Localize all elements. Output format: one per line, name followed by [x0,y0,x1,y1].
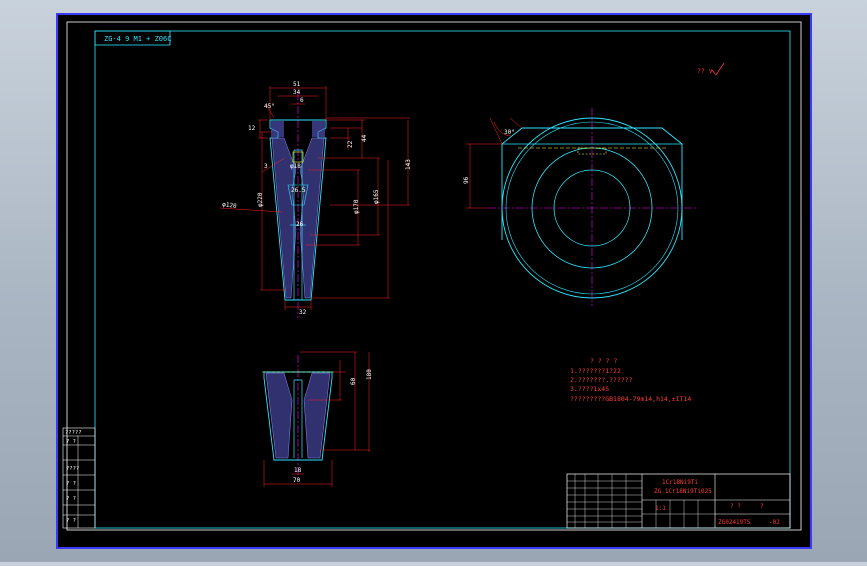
spec-line-1: 1Cr18Ni9Ti [662,479,699,486]
flange-right [312,121,325,137]
left-table-row-2: ???? [66,466,79,472]
bottom-dim-height: 60 [350,377,357,385]
dim-mid: 26.5 [291,187,306,194]
left-table-row-3: ? ? [66,481,76,487]
note-line-2: 2.???????.?????? [570,376,633,384]
dim-top-slot: 6 [300,97,304,104]
left-table-row-4: ? ? [66,496,76,502]
cad-viewport[interactable]: ZG-4 9 M1 + Z06C ?? ∨ 51 34 6 12 45° 22 … [0,0,867,562]
drawing-code-text: ZG-4 9 M1 + Z06C [104,35,171,43]
dim-length: 143 [405,159,412,170]
scale-label: 1:1 [655,505,666,512]
flange-left [271,121,284,137]
dim-phi-165: φ165 [373,189,380,204]
bottom-dim-total: 180 [366,369,373,380]
model-space [56,13,812,549]
dim-d1: 22 [347,140,354,148]
note-line-4: ?????????GB1804-79m14,h14,±IT14 [570,395,691,403]
left-table-row-1: ? ? [66,439,76,445]
part-name-2: ? [760,503,764,510]
dim-bottom: 32 [299,309,307,316]
dim-mid2: 26 [296,221,304,228]
dim-d2: 44 [361,134,368,142]
top-dim-height: 96 [463,176,470,184]
bottom-dim-width: 70 [293,477,301,484]
dim-top-width: 51 [293,81,301,88]
dim-chamfer: 45° [264,103,275,110]
bottom-dim-slot: 18 [294,467,302,474]
left-table-row-0: ????? [65,430,82,436]
drawing-number-suffix: -02 [769,519,780,526]
note-line-3: 3.????1x45 [570,385,609,393]
roughness-mark: ?? ∨ [697,67,713,75]
dim-phi-220: φ220 [257,192,264,207]
notes-title: ? ? ? ? [590,357,617,365]
dim-phi-18: φ18 [290,163,301,170]
dim-left-top: 12 [248,125,256,132]
drawing-number: ZG02419TS [718,519,751,526]
spec-line-2: ZG 1Cr18Ni9Ti025 [654,488,712,495]
part-name: ? ? [730,503,741,510]
dim-top-inner: 34 [293,89,301,96]
dim-left-small: 3 [264,163,268,170]
top-dim-angle: 30° [504,129,515,136]
dim-phi-170: φ170 [353,199,360,214]
note-line-1: 1.???????1?22 [570,367,621,375]
cad-drawing-canvas[interactable]: ZG-4 9 M1 + Z06C ?? ∨ 51 34 6 12 45° 22 … [0,0,867,562]
left-table-row-5: ? ? [66,518,76,524]
